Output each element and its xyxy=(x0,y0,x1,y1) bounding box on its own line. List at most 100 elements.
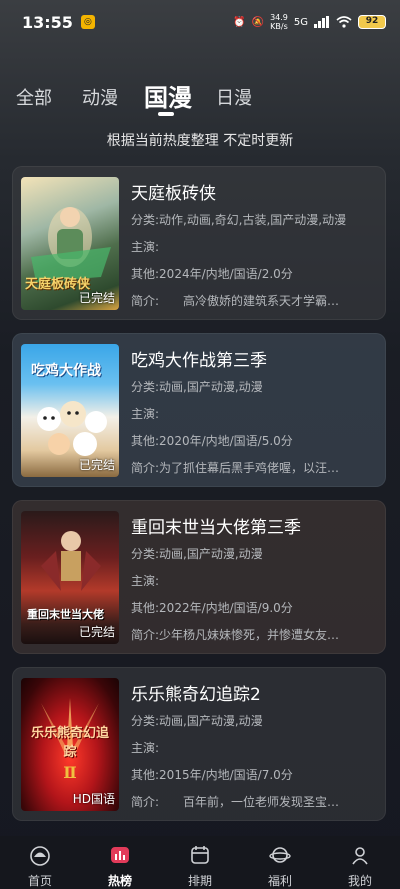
tab-all[interactable]: 全部 xyxy=(16,84,52,110)
planet-icon xyxy=(269,847,291,863)
cast-label: 主演: xyxy=(131,574,160,588)
other-label: 其他: xyxy=(131,601,160,615)
category-value: 动作,动画,奇幻,古装,国产动漫,动漫 xyxy=(159,213,347,227)
svg-text:Ⅱ: Ⅱ xyxy=(63,763,76,782)
other-value: 2020年/内地/国语/5.0分 xyxy=(159,434,293,448)
intro-value: 百年前，一位老师发现圣宝… xyxy=(159,795,340,809)
nav-home[interactable]: 首页 xyxy=(0,836,80,889)
show-cast: 主演: xyxy=(131,238,379,255)
category-label: 分类: xyxy=(131,547,160,561)
signal-icon xyxy=(314,16,329,28)
poster-image[interactable]: Ⅱ 乐乐熊奇幻追踪 HD国语 xyxy=(21,678,119,811)
status-time: 13:55 xyxy=(22,12,73,32)
nav-home-label: 首页 xyxy=(27,874,52,888)
intro-value: 高冷傲娇的建筑系天才学霸… xyxy=(159,294,340,308)
ranking-subtitle: 根据当前热度整理 不定时更新 xyxy=(106,133,294,149)
other-value: 2015年/内地/国语/7.0分 xyxy=(159,768,293,782)
poster-image[interactable]: 吃鸡大作战 已完结 xyxy=(21,344,119,477)
show-cast: 主演: xyxy=(131,572,379,589)
intro-label: 简介: xyxy=(131,294,160,308)
cast-label: 主演: xyxy=(131,407,160,421)
speed-value: 34.9 xyxy=(270,13,288,22)
intro-label: 简介: xyxy=(131,628,160,642)
show-intro: 简介: 百年前，一位老师发现圣宝… xyxy=(131,793,379,810)
other-value: 2022年/内地/国语/9.0分 xyxy=(159,601,293,615)
app-notification-icon: ◎ xyxy=(80,15,95,29)
cast-label: 主演: xyxy=(131,741,160,755)
poster-title: 重回末世当大佬 xyxy=(27,608,104,621)
intro-value: 少年杨凡妹妹惨死，并惨遭女友… xyxy=(159,628,340,642)
show-title[interactable]: 天庭板砖侠 xyxy=(131,179,216,204)
show-category: 分类:动作,动画,奇幻,古装,国产动漫,动漫 xyxy=(131,211,379,228)
show-intro: 简介:为了抓住幕后黑手鸡佬喔，以汪… xyxy=(131,459,379,476)
tab-domestic-anime[interactable]: 国漫 xyxy=(144,78,192,113)
nav-welfare-label: 福利 xyxy=(267,874,292,888)
intro-value: 为了抓住幕后黑手鸡佬喔，以汪… xyxy=(159,461,340,475)
nav-profile[interactable]: 我的 xyxy=(320,836,400,889)
show-title[interactable]: 重回末世当大佬第三季 xyxy=(131,513,301,538)
other-label: 其他: xyxy=(131,434,160,448)
show-intro: 简介: 高冷傲娇的建筑系天才学霸… xyxy=(131,292,379,309)
signal-label: 5G xyxy=(293,16,308,28)
category-value: 动画,国产动漫,动漫 xyxy=(159,380,263,394)
show-intro: 简介:少年杨凡妹妹惨死，并惨遭女友… xyxy=(131,626,379,643)
poster-title: 乐乐熊奇幻追踪 xyxy=(30,726,109,760)
bottom-nav: 首页 热榜 排期 福利 我的 xyxy=(0,836,400,889)
wifi-icon xyxy=(336,16,352,28)
category-value: 动画,国产动漫,动漫 xyxy=(159,547,263,561)
status-badge: 已完结 xyxy=(78,625,115,639)
show-title[interactable]: 吃鸡大作战第三季 xyxy=(131,346,267,371)
alarm-icon: ⏰ xyxy=(233,16,246,28)
tab-japanese-anime[interactable]: 日漫 xyxy=(216,84,252,110)
intro-label: 简介: xyxy=(131,795,160,809)
category-label: 分类: xyxy=(131,213,160,227)
ranking-card[interactable]: 天庭板砖侠 已完结 天庭板砖侠 分类:动作,动画,奇幻,古装,国产动漫,动漫 主… xyxy=(12,166,386,320)
nav-hot-list[interactable]: 热榜 xyxy=(80,836,160,889)
ranking-card[interactable]: 重回末世当大佬 已完结 重回末世当大佬第三季 分类:动画,国产动漫,动漫 主演:… xyxy=(12,500,386,654)
calendar-icon xyxy=(191,846,209,864)
other-label: 其他: xyxy=(131,267,160,281)
show-cast: 主演: xyxy=(131,739,379,756)
category-value: 动画,国产动漫,动漫 xyxy=(159,714,263,728)
show-category: 分类:动画,国产动漫,动漫 xyxy=(131,378,379,395)
tab-indicator xyxy=(158,112,174,116)
ranking-card[interactable]: Ⅱ 乐乐熊奇幻追踪 HD国语 乐乐熊奇幻追踪2 分类:动画,国产动漫,动漫 主演… xyxy=(12,667,386,821)
show-other: 其他:2024年/内地/国语/2.0分 xyxy=(131,265,379,282)
poster-title: 吃鸡大作战 xyxy=(31,363,101,379)
nav-profile-label: 我的 xyxy=(347,874,372,888)
cast-label: 主演: xyxy=(131,240,160,254)
speed-unit: KB/s xyxy=(270,22,288,31)
category-label: 分类: xyxy=(131,714,160,728)
status-badge: 已完结 xyxy=(78,458,115,472)
show-category: 分类:动画,国产动漫,动漫 xyxy=(131,712,379,729)
poster-image[interactable]: 天庭板砖侠 已完结 xyxy=(21,177,119,310)
intro-label: 简介: xyxy=(131,461,160,475)
status-bar: 13:55 ◎ ⏰ 🔕 34.9 KB/s 5G 92 xyxy=(0,0,400,44)
hot-list-icon xyxy=(111,847,129,863)
nav-schedule[interactable]: 排期 xyxy=(160,836,240,889)
show-title[interactable]: 乐乐熊奇幻追踪2 xyxy=(131,680,261,705)
status-badge: 已完结 xyxy=(78,291,115,305)
show-other: 其他:2015年/内地/国语/7.0分 xyxy=(131,766,379,783)
show-cast: 主演: xyxy=(131,405,379,422)
show-other: 其他:2020年/内地/国语/5.0分 xyxy=(131,432,379,449)
profile-icon xyxy=(352,847,368,865)
other-value: 2024年/内地/国语/2.0分 xyxy=(159,267,293,281)
show-other: 其他:2022年/内地/国语/9.0分 xyxy=(131,599,379,616)
network-speed: 34.9 KB/s xyxy=(270,13,288,31)
battery-icon: 92 xyxy=(358,15,386,29)
status-badge: HD国语 xyxy=(72,792,115,806)
poster-image[interactable]: 重回末世当大佬 已完结 xyxy=(21,511,119,644)
status-icons: ⏰ 🔕 34.9 KB/s 5G 92 xyxy=(233,13,386,31)
show-category: 分类:动画,国产动漫,动漫 xyxy=(131,545,379,562)
category-tabs: 全部 动漫 国漫 日漫 xyxy=(0,78,400,118)
tab-anime[interactable]: 动漫 xyxy=(82,84,118,110)
category-label: 分类: xyxy=(131,380,160,394)
mute-icon: 🔕 xyxy=(251,16,265,28)
ranking-card[interactable]: 吃鸡大作战 已完结 吃鸡大作战第三季 分类:动画,国产动漫,动漫 主演: 其他:… xyxy=(12,333,386,487)
nav-welfare[interactable]: 福利 xyxy=(240,836,320,889)
nav-hot-list-label: 热榜 xyxy=(107,874,132,888)
nav-schedule-label: 排期 xyxy=(187,874,212,888)
other-label: 其他: xyxy=(131,768,160,782)
home-icon xyxy=(30,846,50,866)
